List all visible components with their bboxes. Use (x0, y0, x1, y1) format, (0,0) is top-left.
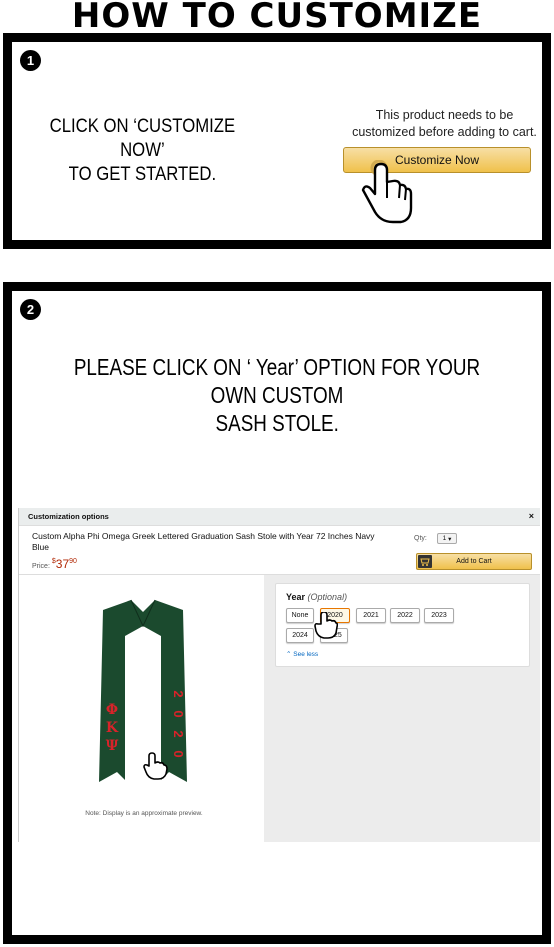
year-option-box: Year (Optional) None 2020 2021 2022 2023… (275, 583, 530, 667)
customization-dialog: Customization options × Custom Alpha Phi… (18, 508, 540, 842)
step-2-instruction-line1: PLEASE CLICK ON ‘ Year’ OPTION FOR YOUR … (73, 354, 481, 408)
stole-greek-letter: Φ (106, 702, 118, 718)
year-option-2022[interactable]: 2022 (390, 608, 420, 623)
qty-value: 1 (442, 535, 447, 542)
stole-greek-letter: Ψ (106, 738, 119, 754)
qty-label: Qty: (414, 535, 427, 542)
cart-icon (418, 555, 432, 568)
customize-required-note: This product needs to be customized befo… (342, 107, 547, 141)
pointer-hand-icon (143, 752, 168, 780)
see-less-link[interactable]: ⌃ See less (286, 650, 318, 658)
year-option-none[interactable]: None (286, 608, 314, 623)
stole-year-digit: 0 (171, 710, 186, 717)
step-1-instruction-line2: TO GET STARTED. (68, 164, 217, 185)
step-1-instruction-line1: CLICK ON ‘CUSTOMIZE NOW’ (49, 116, 236, 161)
pointer-hand-icon (314, 612, 338, 639)
price-label: Price: (32, 563, 50, 570)
year-label: Year (Optional) (286, 592, 347, 602)
stole-year-digit: 2 (171, 730, 186, 737)
dialog-header: Customization options × (19, 508, 540, 526)
year-label-text: Year (286, 592, 306, 602)
stole-greek-letter: Κ (106, 720, 119, 736)
year-option-2024[interactable]: 2024 (286, 628, 314, 643)
price: Price: $3790 (32, 557, 77, 571)
price-dollars: 37 (55, 557, 70, 571)
price-cents: 90 (69, 558, 77, 565)
stole-year-digit: 0 (171, 750, 186, 757)
dialog-title: Customization options (28, 512, 109, 521)
qty-select[interactable]: 1 ▾ (437, 533, 457, 544)
page-title: HOW TO CUSTOMIZE (71, 0, 483, 36)
customize-note-line1: This product needs to be (375, 108, 514, 122)
preview-note: Note: Display is an approximate preview. (85, 810, 203, 817)
year-option-2023[interactable]: 2023 (424, 608, 454, 623)
stole-year-digit: 2 (171, 690, 186, 697)
step-2-number: 2 (20, 299, 41, 320)
step-1-number: 1 (20, 50, 41, 71)
step-2-panel: 2 PLEASE CLICK ON ‘ Year’ OPTION FOR YOU… (3, 282, 551, 944)
close-icon[interactable]: × (529, 511, 534, 521)
product-title: Custom Alpha Phi Omega Greek Lettered Gr… (32, 531, 375, 552)
pointer-hand-icon (361, 160, 413, 224)
year-option-2021[interactable]: 2021 (356, 608, 386, 623)
customize-note-line2: customized before adding to cart. (352, 125, 537, 139)
step-2-instruction-line2: SASH STOLE. (215, 410, 339, 436)
step-1-panel: 1 CLICK ON ‘CUSTOMIZE NOW’ TO GET STARTE… (3, 33, 551, 249)
year-optional-text: (Optional) (307, 592, 348, 602)
price-amount: $3790 (52, 557, 77, 571)
add-to-cart-button[interactable]: Add to Cart (416, 553, 532, 570)
step-2-instruction: PLEASE CLICK ON ‘ Year’ OPTION FOR YOUR … (22, 353, 532, 437)
chevron-down-icon: ▾ (448, 535, 452, 543)
step-1-instruction: CLICK ON ‘CUSTOMIZE NOW’ TO GET STARTED. (28, 115, 257, 187)
